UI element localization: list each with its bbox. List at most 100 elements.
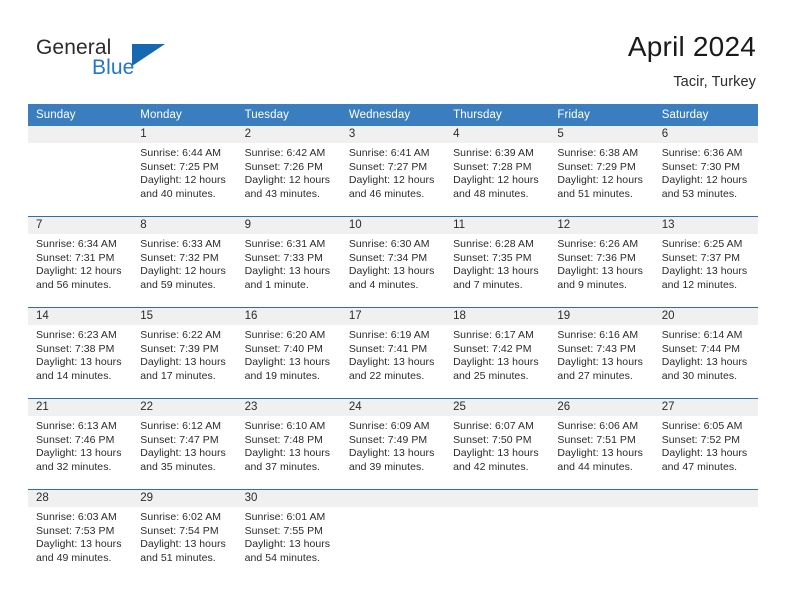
day-sun-info: Sunrise: 6:33 AM Sunset: 7:32 PM Dayligh…	[140, 238, 226, 291]
day-cell[interactable]: 21 Sunrise: 6:13 AM Sunset: 7:46 PM Dayli…	[28, 399, 133, 489]
day-number: 25	[445, 399, 550, 416]
day-cell[interactable]: 4 Sunrise: 6:39 AM Sunset: 7:28 PM Daylig…	[445, 126, 550, 216]
weekday-header-wednesday: Wednesday	[340, 104, 446, 126]
day-sun-info: Sunrise: 6:13 AM Sunset: 7:46 PM Dayligh…	[36, 420, 122, 473]
day-cell[interactable]: 22 Sunrise: 6:12 AM Sunset: 7:47 PM Dayli…	[132, 399, 237, 489]
calendar-cell: 23 Sunrise: 6:10 AM Sunset: 7:48 PM Dayli…	[236, 398, 341, 490]
day-number: 16	[236, 308, 341, 325]
calendar-cell	[445, 489, 550, 580]
day-sun-info: Sunrise: 6:06 AM Sunset: 7:51 PM Dayligh…	[557, 420, 643, 473]
calendar-week-row: 7 Sunrise: 6:34 AM Sunset: 7:31 PM Daylig…	[28, 216, 758, 308]
day-cell[interactable]: 13 Sunrise: 6:25 AM Sunset: 7:37 PM Dayli…	[653, 217, 758, 307]
day-cell[interactable]: 15 Sunrise: 6:22 AM Sunset: 7:39 PM Dayli…	[132, 308, 237, 398]
calendar-cell	[549, 489, 654, 580]
calendar-week-row: 1 Sunrise: 6:44 AM Sunset: 7:25 PM Daylig…	[28, 126, 758, 217]
calendar-cell: 1 Sunrise: 6:44 AM Sunset: 7:25 PM Daylig…	[132, 126, 237, 217]
logo-text-blue: Blue	[92, 56, 135, 79]
day-sun-info: Sunrise: 6:34 AM Sunset: 7:31 PM Dayligh…	[36, 238, 122, 291]
day-sun-info: Sunrise: 6:39 AM Sunset: 7:28 PM Dayligh…	[453, 147, 539, 200]
calendar-cell: 11 Sunrise: 6:28 AM Sunset: 7:35 PM Dayli…	[445, 216, 550, 308]
day-cell[interactable]: 27 Sunrise: 6:05 AM Sunset: 7:52 PM Dayli…	[653, 399, 758, 489]
calendar-cell: 29 Sunrise: 6:02 AM Sunset: 7:54 PM Dayli…	[132, 489, 237, 580]
day-number: 23	[236, 399, 341, 416]
day-sun-info: Sunrise: 6:19 AM Sunset: 7:41 PM Dayligh…	[348, 329, 435, 382]
day-cell[interactable]: 20 Sunrise: 6:14 AM Sunset: 7:44 PM Dayli…	[653, 308, 758, 398]
day-number: 19	[549, 308, 654, 325]
day-number: 6	[653, 126, 758, 143]
calendar-header-row: Sunday Monday Tuesday Wednesday Thursday Frid…	[28, 104, 758, 126]
day-cell[interactable]: 18 Sunrise: 6:17 AM Sunset: 7:42 PM Dayli…	[445, 308, 550, 398]
weekday-header-saturday: Saturday	[653, 104, 758, 126]
calendar-cell: 28 Sunrise: 6:03 AM Sunset: 7:53 PM Dayli…	[28, 489, 133, 580]
day-sun-info: Sunrise: 6:23 AM Sunset: 7:38 PM Dayligh…	[36, 329, 122, 382]
day-cell[interactable]: 28 Sunrise: 6:03 AM Sunset: 7:53 PM Dayli…	[28, 490, 133, 580]
day-number: 1	[132, 126, 237, 143]
day-cell[interactable]: 10 Sunrise: 6:30 AM Sunset: 7:34 PM Dayli…	[340, 217, 446, 307]
day-sun-info: Sunrise: 6:14 AM Sunset: 7:44 PM Dayligh…	[661, 329, 748, 382]
day-sun-info: Sunrise: 6:26 AM Sunset: 7:36 PM Dayligh…	[557, 238, 643, 291]
day-sun-info: Sunrise: 6:03 AM Sunset: 7:53 PM Dayligh…	[36, 511, 122, 564]
calendar-cell: 4 Sunrise: 6:39 AM Sunset: 7:28 PM Daylig…	[445, 126, 550, 217]
day-number	[653, 490, 758, 507]
general-blue-logo[interactable]: General Blue	[36, 36, 216, 86]
calendar-cell: 13 Sunrise: 6:25 AM Sunset: 7:37 PM Dayli…	[653, 216, 758, 308]
calendar-cell: 24 Sunrise: 6:09 AM Sunset: 7:49 PM Dayli…	[340, 398, 446, 490]
calendar-week-row: 28 Sunrise: 6:03 AM Sunset: 7:53 PM Dayli…	[28, 489, 758, 580]
calendar-cell: 25 Sunrise: 6:07 AM Sunset: 7:50 PM Dayli…	[445, 398, 550, 490]
day-cell[interactable]: 24 Sunrise: 6:09 AM Sunset: 7:49 PM Dayli…	[340, 399, 446, 489]
day-cell[interactable]: 29 Sunrise: 6:02 AM Sunset: 7:54 PM Dayli…	[132, 490, 237, 580]
day-cell[interactable]: 9 Sunrise: 6:31 AM Sunset: 7:33 PM Daylig…	[236, 217, 341, 307]
calendar-week-row: 14 Sunrise: 6:23 AM Sunset: 7:38 PM Dayli…	[28, 307, 758, 399]
day-number	[28, 126, 133, 143]
day-number: 14	[28, 308, 133, 325]
calendar-cell: 5 Sunrise: 6:38 AM Sunset: 7:29 PM Daylig…	[549, 126, 654, 217]
day-number: 11	[445, 217, 550, 234]
day-sun-info: Sunrise: 6:10 AM Sunset: 7:48 PM Dayligh…	[244, 420, 331, 473]
calendar-cell: 17 Sunrise: 6:19 AM Sunset: 7:41 PM Dayli…	[340, 307, 446, 399]
calendar-page: General Blue April 2024 Tacir, Turkey Su…	[0, 0, 792, 612]
day-sun-info: Sunrise: 6:22 AM Sunset: 7:39 PM Dayligh…	[140, 329, 226, 382]
day-cell[interactable]: 30 Sunrise: 6:01 AM Sunset: 7:55 PM Dayli…	[236, 490, 341, 580]
calendar-cell: 6 Sunrise: 6:36 AM Sunset: 7:30 PM Daylig…	[653, 126, 758, 217]
day-cell[interactable]: 8 Sunrise: 6:33 AM Sunset: 7:32 PM Daylig…	[132, 217, 237, 307]
calendar-body: 1 Sunrise: 6:44 AM Sunset: 7:25 PM Daylig…	[28, 126, 758, 580]
day-number: 21	[28, 399, 133, 416]
calendar-table: Sunday Monday Tuesday Wednesday Thursday Frid…	[28, 104, 758, 580]
calendar-cell: 14 Sunrise: 6:23 AM Sunset: 7:38 PM Dayli…	[28, 307, 133, 399]
day-cell[interactable]: 6 Sunrise: 6:36 AM Sunset: 7:30 PM Daylig…	[653, 126, 758, 216]
calendar-cell: 10 Sunrise: 6:30 AM Sunset: 7:34 PM Dayli…	[340, 216, 446, 308]
day-cell[interactable]: 11 Sunrise: 6:28 AM Sunset: 7:35 PM Dayli…	[445, 217, 550, 307]
day-cell[interactable]: 19 Sunrise: 6:16 AM Sunset: 7:43 PM Dayli…	[549, 308, 654, 398]
calendar-cell: 27 Sunrise: 6:05 AM Sunset: 7:52 PM Dayli…	[653, 398, 758, 490]
logo-triangle-icon	[132, 44, 165, 66]
day-cell-empty	[445, 490, 550, 580]
calendar-cell: 21 Sunrise: 6:13 AM Sunset: 7:46 PM Dayli…	[28, 398, 133, 490]
calendar-cell: 9 Sunrise: 6:31 AM Sunset: 7:33 PM Daylig…	[236, 216, 341, 308]
day-sun-info: Sunrise: 6:38 AM Sunset: 7:29 PM Dayligh…	[557, 147, 643, 200]
day-cell[interactable]: 5 Sunrise: 6:38 AM Sunset: 7:29 PM Daylig…	[549, 126, 654, 216]
day-cell[interactable]: 14 Sunrise: 6:23 AM Sunset: 7:38 PM Dayli…	[28, 308, 133, 398]
day-sun-info: Sunrise: 6:41 AM Sunset: 7:27 PM Dayligh…	[348, 147, 435, 200]
calendar-cell	[340, 489, 446, 580]
calendar-cell: 8 Sunrise: 6:33 AM Sunset: 7:32 PM Daylig…	[132, 216, 237, 308]
day-number: 22	[132, 399, 237, 416]
day-cell[interactable]: 26 Sunrise: 6:06 AM Sunset: 7:51 PM Dayli…	[549, 399, 654, 489]
day-cell[interactable]: 25 Sunrise: 6:07 AM Sunset: 7:50 PM Dayli…	[445, 399, 550, 489]
day-cell[interactable]: 7 Sunrise: 6:34 AM Sunset: 7:31 PM Daylig…	[28, 217, 133, 307]
day-number: 7	[28, 217, 133, 234]
day-cell[interactable]: 2 Sunrise: 6:42 AM Sunset: 7:26 PM Daylig…	[236, 126, 341, 216]
day-number: 27	[653, 399, 758, 416]
day-cell[interactable]: 3 Sunrise: 6:41 AM Sunset: 7:27 PM Daylig…	[340, 126, 446, 216]
day-number: 30	[236, 490, 341, 507]
day-sun-info: Sunrise: 6:05 AM Sunset: 7:52 PM Dayligh…	[661, 420, 748, 473]
day-number: 29	[132, 490, 237, 507]
day-cell[interactable]: 17 Sunrise: 6:19 AM Sunset: 7:41 PM Dayli…	[340, 308, 446, 398]
day-sun-info: Sunrise: 6:25 AM Sunset: 7:37 PM Dayligh…	[661, 238, 748, 291]
day-cell[interactable]: 12 Sunrise: 6:26 AM Sunset: 7:36 PM Dayli…	[549, 217, 654, 307]
day-sun-info: Sunrise: 6:44 AM Sunset: 7:25 PM Dayligh…	[140, 147, 226, 200]
day-cell[interactable]: 16 Sunrise: 6:20 AM Sunset: 7:40 PM Dayli…	[236, 308, 341, 398]
day-cell[interactable]: 23 Sunrise: 6:10 AM Sunset: 7:48 PM Dayli…	[236, 399, 341, 489]
day-sun-info: Sunrise: 6:42 AM Sunset: 7:26 PM Dayligh…	[244, 147, 331, 200]
day-sun-info: Sunrise: 6:09 AM Sunset: 7:49 PM Dayligh…	[348, 420, 435, 473]
day-cell[interactable]: 1 Sunrise: 6:44 AM Sunset: 7:25 PM Daylig…	[132, 126, 237, 216]
